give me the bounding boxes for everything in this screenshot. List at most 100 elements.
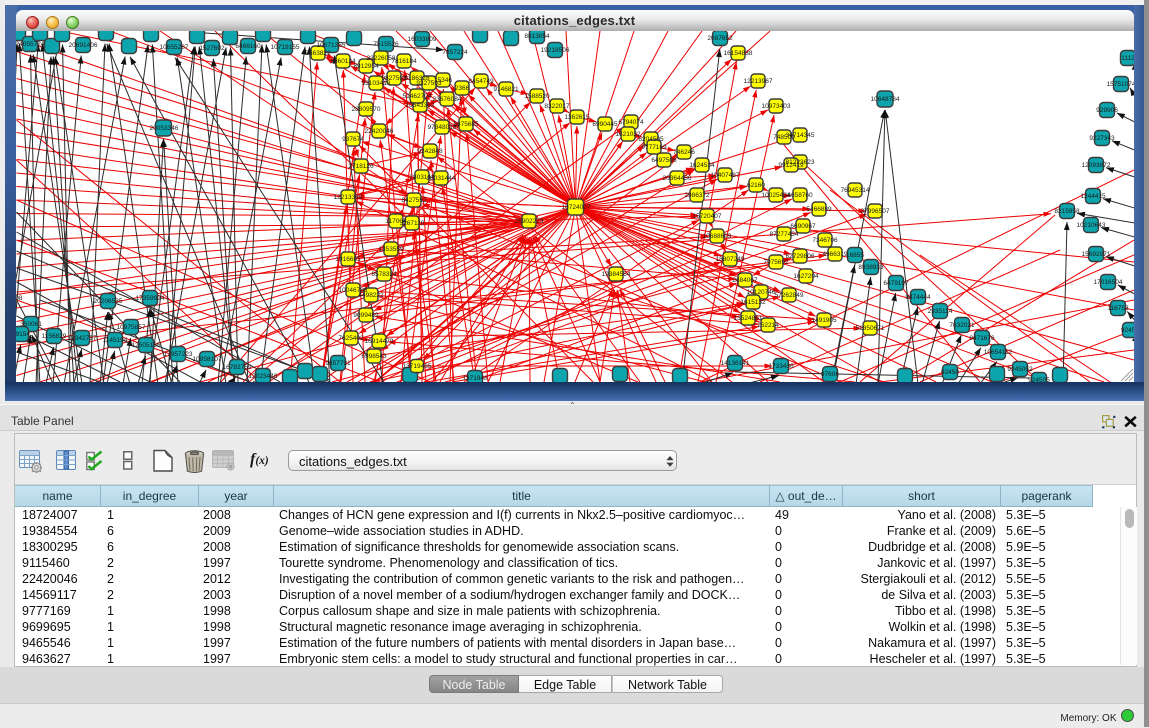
- svg-text:10210643: 10210643: [1077, 222, 1106, 229]
- svg-text:2718126: 2718126: [348, 163, 374, 170]
- svg-text:1353559: 1353559: [378, 246, 404, 253]
- svg-text:24055724: 24055724: [16, 41, 45, 48]
- svg-text:16855: 16855: [846, 252, 864, 259]
- svg-text:12023446: 12023446: [249, 373, 278, 380]
- svg-text:1145194: 1145194: [103, 337, 128, 344]
- svg-text:1733436: 1733436: [768, 363, 794, 370]
- svg-text:1621022: 1621022: [615, 131, 641, 138]
- svg-text:97848018: 97848018: [428, 124, 457, 131]
- svg-text:25902273: 25902273: [515, 218, 544, 225]
- svg-text:8578334: 8578334: [371, 271, 397, 278]
- svg-text:9912419: 9912419: [778, 162, 804, 169]
- svg-text:1244415: 1244415: [1080, 193, 1106, 200]
- svg-text:12213967: 12213967: [744, 78, 773, 85]
- svg-text:7346706: 7346706: [812, 237, 838, 244]
- svg-text:2366: 2366: [455, 85, 470, 92]
- svg-text:7663822: 7663822: [305, 50, 331, 57]
- svg-text:51462704: 51462704: [403, 93, 432, 100]
- svg-text:1362615: 1362615: [564, 114, 590, 121]
- svg-text:8471676: 8471676: [969, 335, 995, 342]
- svg-text:7816184: 7816184: [391, 58, 417, 65]
- svg-text:10671355: 10671355: [317, 42, 346, 49]
- svg-text:5875685: 5875685: [453, 121, 479, 128]
- svg-text:252214: 252214: [757, 322, 779, 329]
- svg-text:92450: 92450: [941, 369, 959, 376]
- svg-text:97606: 97606: [821, 371, 839, 378]
- svg-text:1527602: 1527602: [199, 45, 225, 52]
- svg-text:9242848: 9242848: [417, 148, 443, 155]
- svg-text:7975692: 7975692: [763, 259, 789, 266]
- svg-text:16154838: 16154838: [724, 50, 753, 57]
- svg-text:1371948: 1371948: [462, 375, 488, 382]
- svg-text:62160: 62160: [747, 182, 765, 189]
- svg-text:1491905: 1491905: [811, 317, 837, 324]
- svg-text:92450: 92450: [1121, 327, 1134, 334]
- svg-text:4498222: 4498222: [358, 292, 384, 299]
- svg-text:8454749: 8454749: [468, 78, 494, 85]
- svg-text:13524851: 13524851: [734, 315, 763, 322]
- svg-text:17016504: 17016504: [1094, 279, 1123, 286]
- svg-text:6998543: 6998543: [361, 353, 387, 360]
- svg-text:57262849: 57262849: [775, 292, 804, 299]
- svg-text:10655287: 10655287: [160, 44, 189, 51]
- svg-text:924505: 924505: [1028, 377, 1050, 382]
- svg-text:10958107: 10958107: [193, 356, 222, 363]
- svg-text:16914479: 16914479: [365, 338, 394, 345]
- svg-text:6479197: 6479197: [883, 280, 909, 287]
- svg-text:10543362: 10543362: [406, 102, 435, 109]
- svg-text:16033809: 16033809: [408, 36, 437, 43]
- svg-text:12342737: 12342737: [68, 335, 97, 342]
- svg-text:7625402: 7625402: [338, 335, 364, 342]
- svg-text:20206535: 20206535: [94, 298, 123, 305]
- svg-text:1588520: 1588520: [524, 93, 550, 100]
- svg-text:7632021: 7632021: [949, 322, 975, 329]
- svg-text:9777169: 9777169: [641, 144, 667, 151]
- svg-text:6690967: 6690967: [790, 223, 816, 230]
- svg-text:9474444: 9474444: [905, 294, 931, 301]
- svg-text:39154: 39154: [16, 331, 30, 338]
- svg-text:748500: 748500: [773, 134, 795, 141]
- svg-text:8322017: 8322017: [544, 103, 570, 110]
- svg-text:8660124: 8660124: [330, 58, 356, 65]
- svg-text:6204505: 6204505: [638, 136, 664, 143]
- svg-text:1156829: 1156829: [42, 333, 67, 340]
- svg-text:10120746: 10120746: [747, 289, 776, 296]
- svg-text:117004: 117004: [385, 218, 407, 225]
- svg-text:1627204: 1627204: [793, 273, 819, 280]
- svg-text:10407487: 10407487: [711, 172, 740, 179]
- svg-text:8427552: 8427552: [401, 197, 427, 204]
- svg-text:51850671: 51850671: [856, 325, 885, 332]
- svg-text:28809570: 28809570: [352, 106, 381, 113]
- svg-text:9146821: 9146821: [493, 86, 519, 93]
- svg-text:7857224: 7857224: [442, 49, 468, 56]
- svg-text:13719485: 13719485: [403, 363, 432, 370]
- svg-text:1624534: 1624534: [689, 162, 715, 169]
- svg-text:4966319: 4966319: [822, 251, 848, 258]
- svg-text:2986372: 2986372: [684, 192, 710, 199]
- svg-text:6466160: 6466160: [235, 43, 261, 50]
- svg-text:12213369: 12213369: [334, 194, 363, 201]
- svg-text:10719155: 10719155: [271, 44, 300, 51]
- svg-text:2803144: 2803144: [409, 174, 435, 181]
- svg-text:18724007: 18724007: [562, 204, 591, 211]
- svg-text:12093872: 12093872: [1082, 162, 1111, 169]
- svg-text:7515526: 7515526: [373, 41, 399, 48]
- svg-text:1112: 1112: [1121, 55, 1134, 62]
- svg-text:26269508: 26269508: [16, 295, 23, 302]
- svg-text:87277434: 87277434: [770, 231, 799, 238]
- svg-text:93103413: 93103413: [362, 80, 391, 87]
- svg-text:9245052: 9245052: [1007, 366, 1033, 373]
- svg-text:19218506: 19218506: [541, 47, 570, 54]
- svg-text:746246: 746246: [673, 149, 695, 156]
- svg-text:8813054: 8813054: [524, 33, 550, 40]
- svg-text:10688609: 10688609: [703, 233, 732, 240]
- svg-text:14136141: 14136141: [721, 360, 750, 367]
- svg-text:8215958: 8215958: [1054, 208, 1080, 215]
- svg-text:2087652: 2087652: [707, 35, 733, 42]
- svg-text:1916685: 1916685: [335, 256, 361, 263]
- svg-text:6658760: 6658760: [787, 192, 813, 199]
- svg-text:19384554: 19384554: [602, 271, 631, 278]
- svg-text:17957223: 17957223: [164, 351, 193, 358]
- svg-text:22420046: 22420046: [365, 128, 394, 135]
- svg-text:6990445: 6990445: [592, 121, 618, 128]
